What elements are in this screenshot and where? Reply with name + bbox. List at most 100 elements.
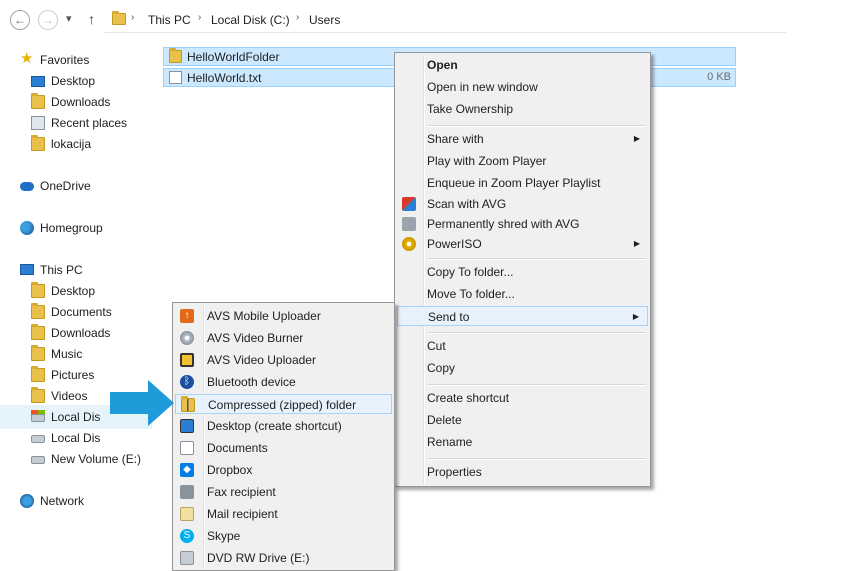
menu-label: Take Ownership [427, 102, 514, 116]
menu-shred-avg[interactable]: Permanently shred with AVG [397, 214, 648, 234]
send-to-dvd-drive[interactable]: DVD RW Drive (E:) [175, 548, 392, 568]
drive-icon [31, 414, 45, 422]
menu-rename[interactable]: Rename [397, 432, 648, 452]
poweriso-disc-icon [402, 237, 416, 251]
menu-label: Create shortcut [427, 391, 510, 405]
menu-label: Bluetooth device [207, 375, 296, 389]
desktop-folder-icon [31, 282, 45, 298]
up-arrow-icon: ↑ [88, 11, 95, 27]
send-to-compressed-folder[interactable]: Compressed (zipped) folder [175, 394, 392, 414]
network-icon [20, 494, 34, 508]
nav-label: OneDrive [40, 179, 91, 193]
send-to-bluetooth[interactable]: ᛒ Bluetooth device [175, 372, 392, 392]
recent-places-icon [31, 116, 45, 130]
menu-label: Mail recipient [207, 507, 278, 521]
menu-copy-to-folder[interactable]: Copy To folder... [397, 262, 648, 282]
menu-share-with[interactable]: Share with ▶ [397, 129, 648, 149]
music-folder-icon [31, 345, 45, 361]
skype-icon: S [180, 529, 194, 543]
menu-label: Open in new window [427, 80, 538, 94]
menu-label: Permanently shred with AVG [427, 217, 580, 231]
avg-icon [402, 197, 416, 211]
menu-scan-avg[interactable]: Scan with AVG [397, 194, 648, 214]
send-to-dropbox[interactable]: ◆ Dropbox [175, 460, 392, 480]
menu-move-to-folder[interactable]: Move To folder... [397, 284, 648, 304]
menu-send-to[interactable]: Send to ▶ [397, 306, 648, 326]
menu-separator [427, 258, 646, 260]
menu-poweriso[interactable]: PowerISO ▶ [397, 234, 648, 254]
send-to-fax-recipient[interactable]: Fax recipient [175, 482, 392, 502]
menu-label: Open [427, 58, 458, 72]
submenu-arrow-icon: ▶ [633, 239, 640, 248]
back-button[interactable]: ← [10, 10, 30, 30]
up-button[interactable]: ↑ [88, 11, 95, 27]
zip-folder-icon [181, 396, 195, 412]
send-to-mail-recipient[interactable]: Mail recipient [175, 504, 392, 524]
menu-delete[interactable]: Delete [397, 410, 648, 430]
fax-icon [180, 485, 194, 499]
send-to-desktop[interactable]: Desktop (create shortcut) [175, 416, 392, 436]
nav-label: Videos [51, 389, 88, 403]
documents-folder-icon [31, 303, 45, 319]
menu-label: Move To folder... [427, 287, 515, 301]
menu-label: Properties [427, 465, 482, 479]
menu-copy[interactable]: Copy [397, 358, 648, 378]
mail-icon [180, 507, 194, 521]
annotation-arrow-icon [110, 380, 174, 426]
downloads-folder-icon [31, 93, 45, 109]
bluetooth-icon: ᛒ [180, 375, 194, 389]
nav-label: Recent places [51, 116, 128, 130]
menu-enqueue-zoom[interactable]: Enqueue in Zoom Player Playlist [397, 173, 648, 193]
nav-label: Network [40, 494, 85, 508]
nav-label: Desktop [51, 74, 96, 88]
menu-label: AVS Video Burner [207, 331, 304, 345]
dropbox-icon: ◆ [180, 463, 194, 477]
menu-separator [427, 332, 646, 334]
menu-separator [427, 384, 646, 386]
menu-label: Compressed (zipped) folder [208, 398, 357, 412]
shredder-icon [402, 217, 416, 231]
menu-take-ownership[interactable]: Take Ownership [397, 99, 648, 119]
videos-folder-icon [31, 387, 45, 403]
send-to-skype[interactable]: S Skype [175, 526, 392, 546]
back-arrow-icon: ← [14, 13, 26, 27]
star-icon: ★ [20, 50, 34, 67]
nav-label: New Volume (E:) [51, 452, 142, 466]
upload-arrow-icon: ↑ [180, 309, 194, 323]
file-name: HelloWorld.txt [187, 71, 262, 85]
menu-cut[interactable]: Cut [397, 336, 648, 356]
nav-label: Music [51, 347, 83, 361]
desktop-icon [180, 419, 194, 433]
menu-label: Fax recipient [207, 485, 276, 499]
file-size: 0 KB [707, 71, 731, 83]
send-to-avs-mobile-uploader[interactable]: ↑ AVS Mobile Uploader [175, 306, 392, 326]
menu-open-new-window[interactable]: Open in new window [397, 77, 648, 97]
nav-label: Favorites [40, 53, 90, 67]
chevron-down-icon: ▾ [66, 13, 72, 25]
folder-icon [31, 135, 45, 151]
menu-play-zoom[interactable]: Play with Zoom Player [397, 151, 648, 171]
text-file-icon [169, 71, 182, 84]
nav-label: Local Dis [51, 431, 101, 445]
menu-create-shortcut[interactable]: Create shortcut [397, 388, 648, 408]
breadcrumb-this-pc[interactable]: This PC [148, 13, 191, 27]
menu-label: Cut [427, 339, 446, 353]
recent-locations-dropdown[interactable]: ▾ [66, 12, 72, 25]
menu-properties[interactable]: Properties [397, 462, 648, 482]
send-to-documents[interactable]: Documents [175, 438, 392, 458]
breadcrumb-local-disk[interactable]: Local Disk (C:) [211, 13, 290, 27]
send-to-avs-video-uploader[interactable]: AVS Video Uploader [175, 350, 392, 370]
menu-label: Send to [428, 310, 470, 324]
nav-label: Downloads [51, 95, 111, 109]
nav-label: This PC [40, 263, 83, 277]
send-to-avs-video-burner[interactable]: AVS Video Burner [175, 328, 392, 348]
forward-button[interactable]: → [38, 10, 58, 30]
menu-label: Delete [427, 413, 462, 427]
menu-open[interactable]: Open [397, 55, 648, 75]
address-bar[interactable]: › This PC › Local Disk (C:) › Users [104, 8, 786, 33]
breadcrumb-users[interactable]: Users [309, 13, 340, 27]
menu-label: Desktop (create shortcut) [207, 419, 342, 433]
film-upload-icon [180, 353, 194, 367]
nav-label: Homegroup [40, 221, 103, 235]
folder-icon [169, 48, 182, 63]
